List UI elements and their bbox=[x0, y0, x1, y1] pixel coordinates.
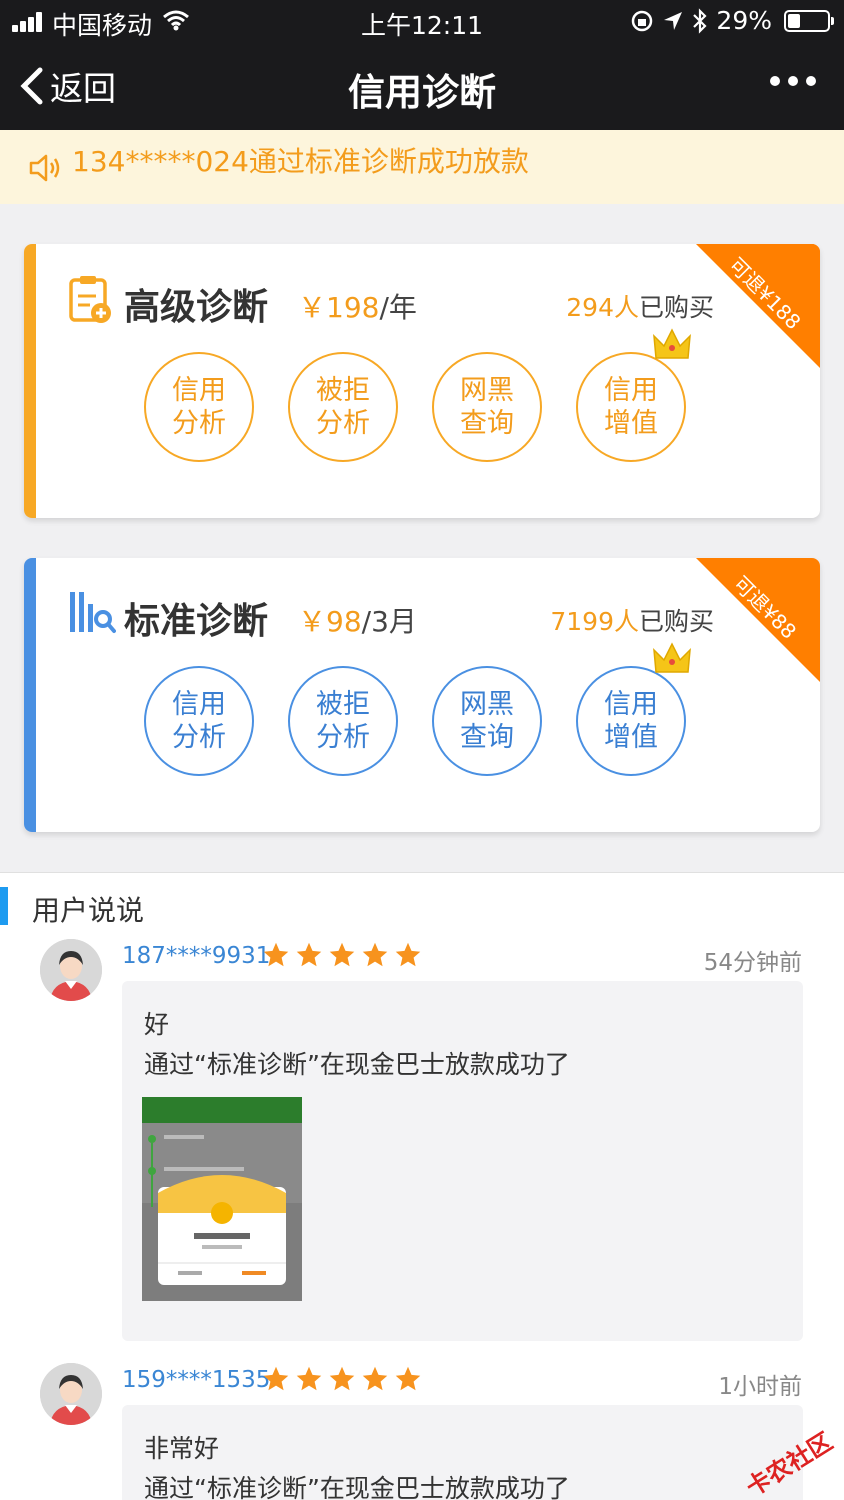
loan-success-screenshot bbox=[142, 1097, 302, 1301]
review-bubble: 好 通过“标准诊断”在现金巴士放款成功了 bbox=[122, 981, 803, 1341]
avatar bbox=[40, 1363, 102, 1425]
feature-credit-boost[interactable]: 信用 增值 bbox=[576, 642, 691, 776]
card-buyers: 7199人已购买 bbox=[550, 607, 714, 636]
star-icon bbox=[329, 1366, 355, 1391]
feature-credit-analysis[interactable]: 信用 分析 bbox=[144, 352, 254, 462]
review-text-line: 非常好 bbox=[144, 1434, 220, 1463]
star-icon bbox=[362, 1366, 388, 1391]
rating-stars bbox=[262, 941, 422, 969]
feature-rejection-analysis[interactable]: 被拒 分析 bbox=[288, 666, 398, 776]
feature-list: 信用 分析 被拒 分析 网黑 查询 信用 增值 bbox=[144, 328, 691, 462]
review-text-line: 通过“标准诊断”在现金巴士放款成功了 bbox=[144, 1474, 570, 1500]
status-bar: 中国移动 上午12:11 29% bbox=[0, 0, 844, 42]
review-time: 1小时前 bbox=[718, 1374, 802, 1400]
battery-percent: 29% bbox=[716, 6, 772, 35]
star-icon bbox=[329, 942, 355, 967]
review-text-line: 好 bbox=[144, 1010, 170, 1039]
card-accent-stripe bbox=[24, 558, 36, 832]
back-button[interactable]: 返回 bbox=[18, 62, 116, 110]
review-text-line: 通过“标准诊断”在现金巴士放款成功了 bbox=[144, 1050, 570, 1079]
feature-list: 信用 分析 被拒 分析 网黑 查询 信用 增值 bbox=[144, 642, 691, 776]
section-title: 用户说说 bbox=[32, 894, 145, 927]
more-menu-button[interactable] bbox=[770, 76, 816, 86]
user-reviews-section: 用户说说 187****9931 54分钟前 好 通过“标准诊断”在现金巴士放款… bbox=[0, 872, 844, 1500]
bluetooth-icon bbox=[693, 7, 707, 34]
location-icon bbox=[664, 11, 683, 30]
advanced-diagnosis-card[interactable]: 高级诊断 ￥198/年 294人已购买 可退¥188 信用 分析 被拒 分析 网黑查… bbox=[24, 244, 820, 518]
battery-icon bbox=[784, 9, 834, 32]
page-title: 信用诊断 bbox=[348, 71, 496, 114]
card-buyers: 294人已购买 bbox=[566, 293, 714, 322]
star-icon bbox=[296, 942, 322, 967]
back-label: 返回 bbox=[50, 69, 116, 108]
section-accent-bar bbox=[0, 887, 8, 925]
review-username: 187****9931 bbox=[122, 943, 271, 969]
feature-rejection-analysis[interactable]: 被拒 分析 bbox=[288, 352, 398, 462]
star-icon bbox=[362, 942, 388, 967]
card-title: 高级诊断 bbox=[124, 287, 269, 328]
crown-icon bbox=[653, 328, 691, 359]
star-icon bbox=[395, 942, 421, 967]
chevron-left-icon bbox=[20, 67, 43, 105]
star-icon bbox=[395, 1366, 421, 1391]
star-icon bbox=[263, 942, 289, 967]
card-title: 标准诊断 bbox=[124, 601, 269, 642]
review-image-thumbnail[interactable] bbox=[142, 1097, 302, 1301]
feature-credit-boost[interactable]: 信用 增值 bbox=[576, 328, 691, 462]
review-time: 54分钟前 bbox=[703, 950, 802, 976]
card-price: ￥98/3月 bbox=[298, 605, 417, 638]
feature-blacklist-query[interactable]: 网黑 查询 bbox=[432, 352, 542, 462]
user-avatar-icon bbox=[40, 939, 102, 1001]
standard-diagnosis-card[interactable]: 标准诊断 ￥98/3月 7199人已购买 可退¥88 信用 分析 被拒 分析 网黑查… bbox=[24, 558, 820, 832]
speaker-icon bbox=[29, 154, 60, 182]
top-bar: 中国移动 上午12:11 29% 返回 信用诊断 bbox=[0, 0, 844, 130]
card-price: ￥198/年 bbox=[298, 291, 417, 324]
rating-stars bbox=[262, 1365, 422, 1393]
user-avatar-icon bbox=[40, 1363, 102, 1425]
notice-banner: 134*****024通过标准诊断成功放款 bbox=[0, 130, 844, 204]
bars-search-icon bbox=[70, 592, 116, 633]
review-bubble: 非常好 通过“标准诊断”在现金巴士放款成功了 bbox=[122, 1405, 803, 1500]
feature-blacklist-query[interactable]: 网黑 查询 bbox=[432, 666, 542, 776]
review-username: 159****1535 bbox=[122, 1367, 271, 1393]
avatar bbox=[40, 939, 102, 1001]
feature-credit-analysis[interactable]: 信用 分析 bbox=[144, 666, 254, 776]
star-icon bbox=[263, 1366, 289, 1391]
clipboard-plus-icon bbox=[69, 276, 111, 323]
rotation-lock-icon bbox=[632, 10, 653, 31]
notice-text: 134*****024通过标准诊断成功放款 bbox=[72, 145, 529, 178]
card-accent-stripe bbox=[24, 244, 36, 518]
crown-icon bbox=[653, 642, 691, 673]
star-icon bbox=[296, 1366, 322, 1391]
